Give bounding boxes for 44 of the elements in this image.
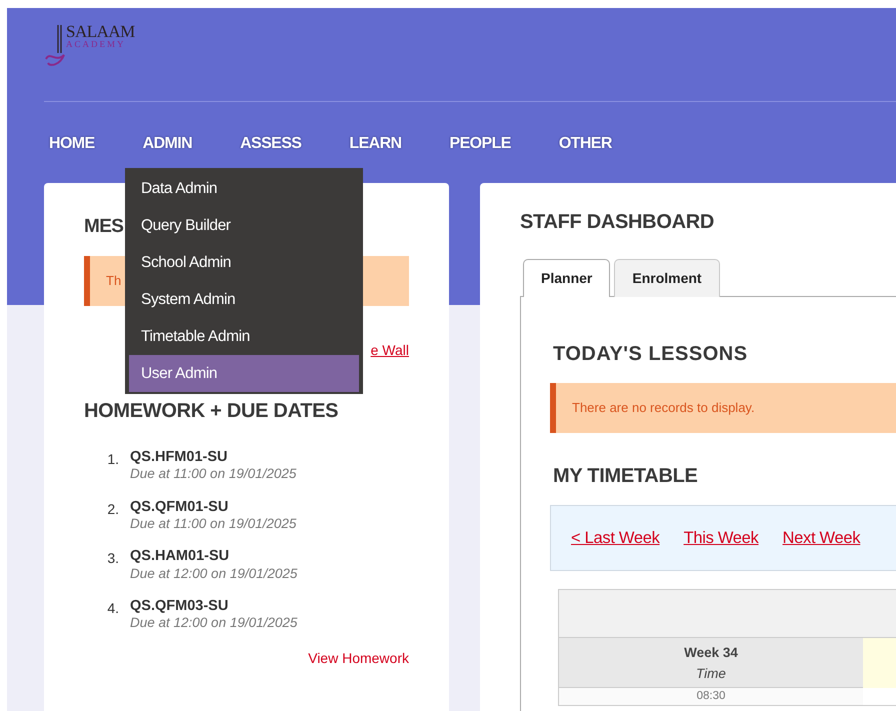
time-label: Time <box>695 664 727 682</box>
menu-item[interactable]: User Admin <box>129 355 359 392</box>
page-title: STAFF DASHBOARD <box>520 210 716 234</box>
section-title: HOMEWORK + DUE DATES <box>84 399 340 424</box>
logo-subtitle: ACADEMY <box>66 40 127 49</box>
due-date: Due at 12:00 on 19/01/2025 <box>130 566 298 582</box>
calligraphy-icon <box>44 23 66 69</box>
section-title: TODAY'S LESSONS <box>553 342 749 366</box>
list-number: 3. <box>106 549 119 568</box>
nav-link[interactable]: PEOPLE <box>444 132 516 156</box>
menu-item[interactable]: System Admin <box>129 281 359 318</box>
tab[interactable]: Planner <box>523 259 610 297</box>
menu-item[interactable]: School Admin <box>129 244 359 281</box>
section-title: MY TIMETABLE <box>553 464 699 488</box>
homework-title: QS.HAM01-SU <box>130 548 230 566</box>
due-date: Due at 11:00 on 19/01/2025 <box>130 516 296 532</box>
nav-link[interactable]: OTHER <box>554 132 617 156</box>
menu-item[interactable]: Timetable Admin <box>129 318 359 355</box>
homework-title: QS.HFM01-SU <box>130 449 228 466</box>
time-cell: 08:30 <box>559 688 863 705</box>
menu-item[interactable]: Data Admin <box>129 170 359 207</box>
logo-text: SALAAM <box>66 23 135 40</box>
due-date: Due at 11:00 on 19/01/2025 <box>130 466 296 483</box>
view-homework-link[interactable]: View Homework <box>308 650 409 666</box>
week-link[interactable]: < Last Week <box>571 526 660 550</box>
nav-link[interactable]: ASSESS <box>235 132 306 156</box>
week-link[interactable]: Next Week <box>782 526 860 550</box>
wall-link[interactable]: e Wall <box>370 342 409 358</box>
week-label: Week 34 <box>683 644 739 662</box>
list-number: 1. <box>106 450 119 470</box>
nav-link[interactable]: LEARN <box>344 132 407 156</box>
nav-link[interactable]: HOME <box>44 132 100 156</box>
menu-item[interactable]: Query Builder <box>129 207 359 244</box>
tab[interactable]: Enrolment <box>614 259 720 297</box>
section-title: MES <box>84 216 124 239</box>
list-number: 2. <box>106 500 119 519</box>
homework-title: QS.QFM01-SU <box>130 498 230 516</box>
homework-title: QS.QFM03-SU <box>130 598 230 616</box>
alert-text: There are no records to display. <box>572 400 755 415</box>
week-link[interactable]: This Week <box>684 526 759 550</box>
list-number: 4. <box>106 598 119 618</box>
alert-text: Th <box>106 273 122 288</box>
due-date: Due at 12:00 on 19/01/2025 <box>130 615 298 632</box>
nav-link[interactable]: ADMIN <box>138 132 198 156</box>
